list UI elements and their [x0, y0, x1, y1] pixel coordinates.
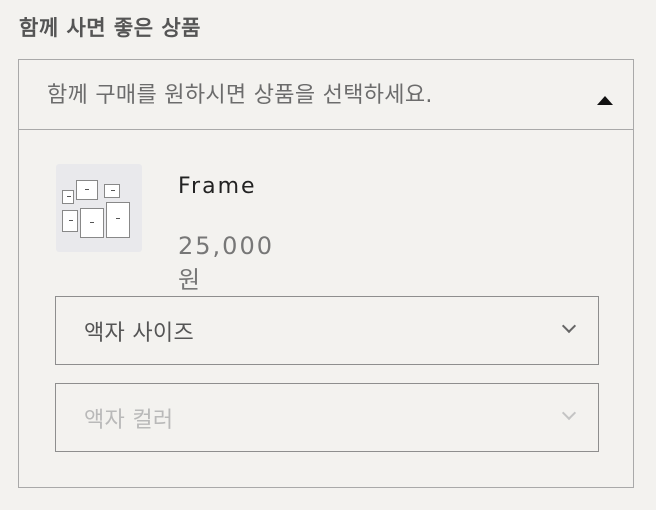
frame-shape	[62, 190, 74, 204]
frame-color-select-label: 액자 컬러	[84, 408, 174, 433]
panel-header-text: 함께 구매를 원하시면 상품을 선택하세요.	[47, 83, 433, 108]
frame-shape	[106, 202, 130, 238]
panel-header-toggle[interactable]: 함께 구매를 원하시면 상품을 선택하세요.	[19, 60, 633, 130]
frame-color-select[interactable]: 액자 컬러	[55, 383, 599, 452]
related-products-panel: 함께 구매를 원하시면 상품을 선택하세요. Frame 25,000원 액자 …	[18, 59, 634, 488]
frame-shape	[62, 210, 78, 232]
frame-shape	[76, 180, 98, 200]
section-title: 함께 사면 좋은 상품	[19, 16, 201, 40]
product-price: 25,000원	[178, 232, 274, 294]
frame-shape	[104, 184, 120, 198]
frame-shape	[80, 208, 104, 238]
frame-size-select[interactable]: 액자 사이즈	[55, 296, 599, 365]
chevron-down-icon	[561, 405, 577, 421]
triangle-up-icon[interactable]	[597, 96, 613, 105]
product-thumbnail[interactable]	[56, 164, 142, 252]
product-name[interactable]: Frame	[178, 174, 257, 199]
frame-size-select-label: 액자 사이즈	[84, 321, 194, 346]
chevron-down-icon	[561, 318, 577, 334]
